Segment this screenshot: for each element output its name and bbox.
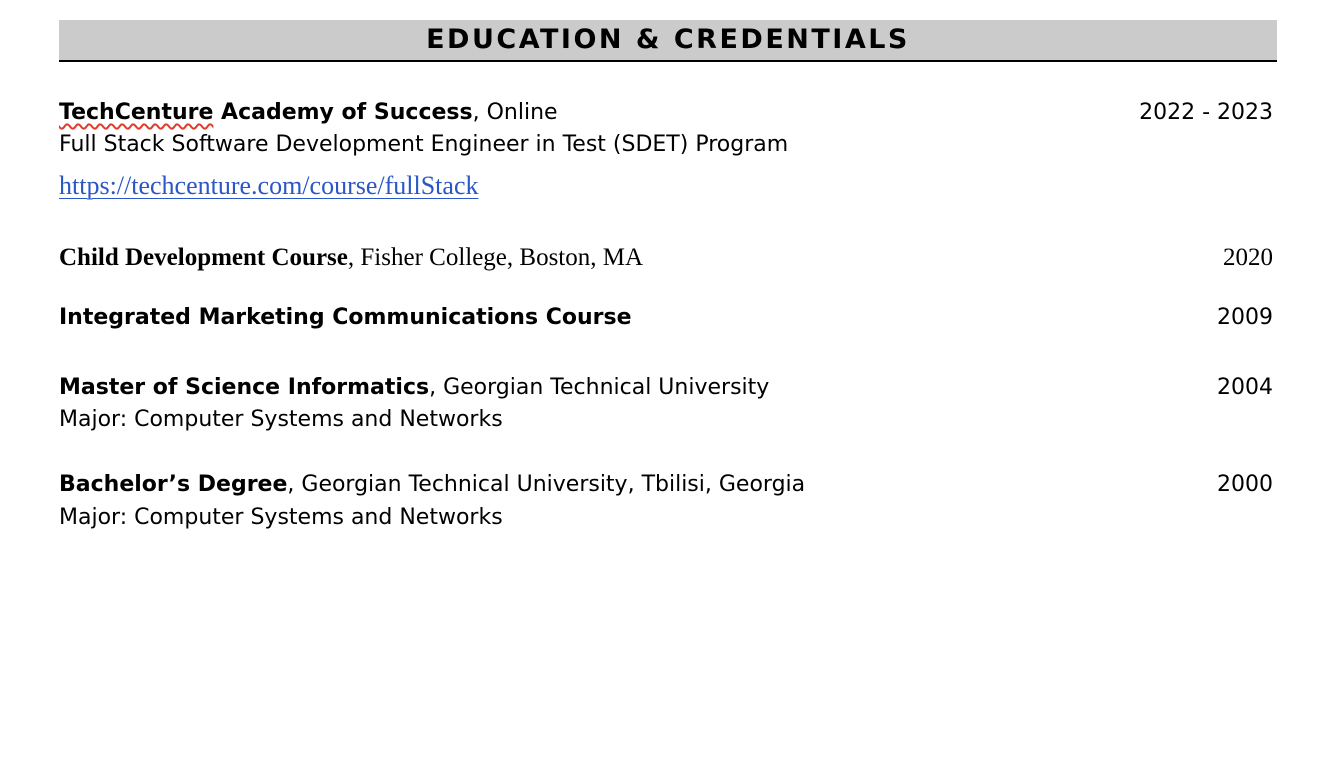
section-title: EDUCATION & CREDENTIALS [426,24,910,55]
entry-bachelors-institution: , Georgian Technical University, Tbilisi… [287,472,806,497]
entry-marketing-date: 2009 [1217,305,1273,330]
section-header-band: EDUCATION & CREDENTIALS [59,20,1277,62]
entry-child-development-location: , Fisher College, Boston, MA [347,244,644,271]
entry-techcenture-date: 2022 - 2023 [1139,100,1273,125]
entry-child-development-date: 2020 [1223,244,1273,271]
entry-bachelors-date: 2000 [1217,472,1273,497]
entry-marketing-name: Integrated Marketing Communications Cour… [59,305,632,330]
entry-masters-name: Master of Science Informatics [59,375,430,400]
entry-masters-institution: , Georgian Technical University [429,375,770,400]
entry-bachelors-name: Bachelor’s Degree [59,472,288,497]
entry-masters-major: Major: Computer Systems and Networks [59,407,503,432]
entry-techcenture-title-line: TechCenture Academy of Success, Online [59,99,558,127]
entry-techcenture-name-misspelled[interactable]: TechCenture [59,100,213,125]
entry-child-development-line: Child Development Course, Fisher College… [59,244,643,272]
entry-bachelors-major: Major: Computer Systems and Networks [59,505,503,530]
course-link[interactable]: https://techcenture.com/course/fullStack [59,171,478,200]
entry-techcenture-location: , Online [472,100,558,125]
entry-child-development-name: Child Development Course [59,244,348,271]
entry-marketing-line: Integrated Marketing Communications Cour… [59,304,631,332]
entry-masters-date: 2004 [1217,375,1273,400]
entry-bachelors-line: Bachelor’s Degree, Georgian Technical Un… [59,471,805,499]
entry-techcenture-program: Full Stack Software Development Engineer… [59,132,789,157]
entry-masters-line: Master of Science Informatics, Georgian … [59,374,769,402]
entry-techcenture-link-line: https://techcenture.com/course/fullStack [59,172,478,202]
entry-techcenture-name: Academy of Success [213,100,473,125]
document-page: EDUCATION & CREDENTIALS TechCenture Acad… [0,0,1323,760]
